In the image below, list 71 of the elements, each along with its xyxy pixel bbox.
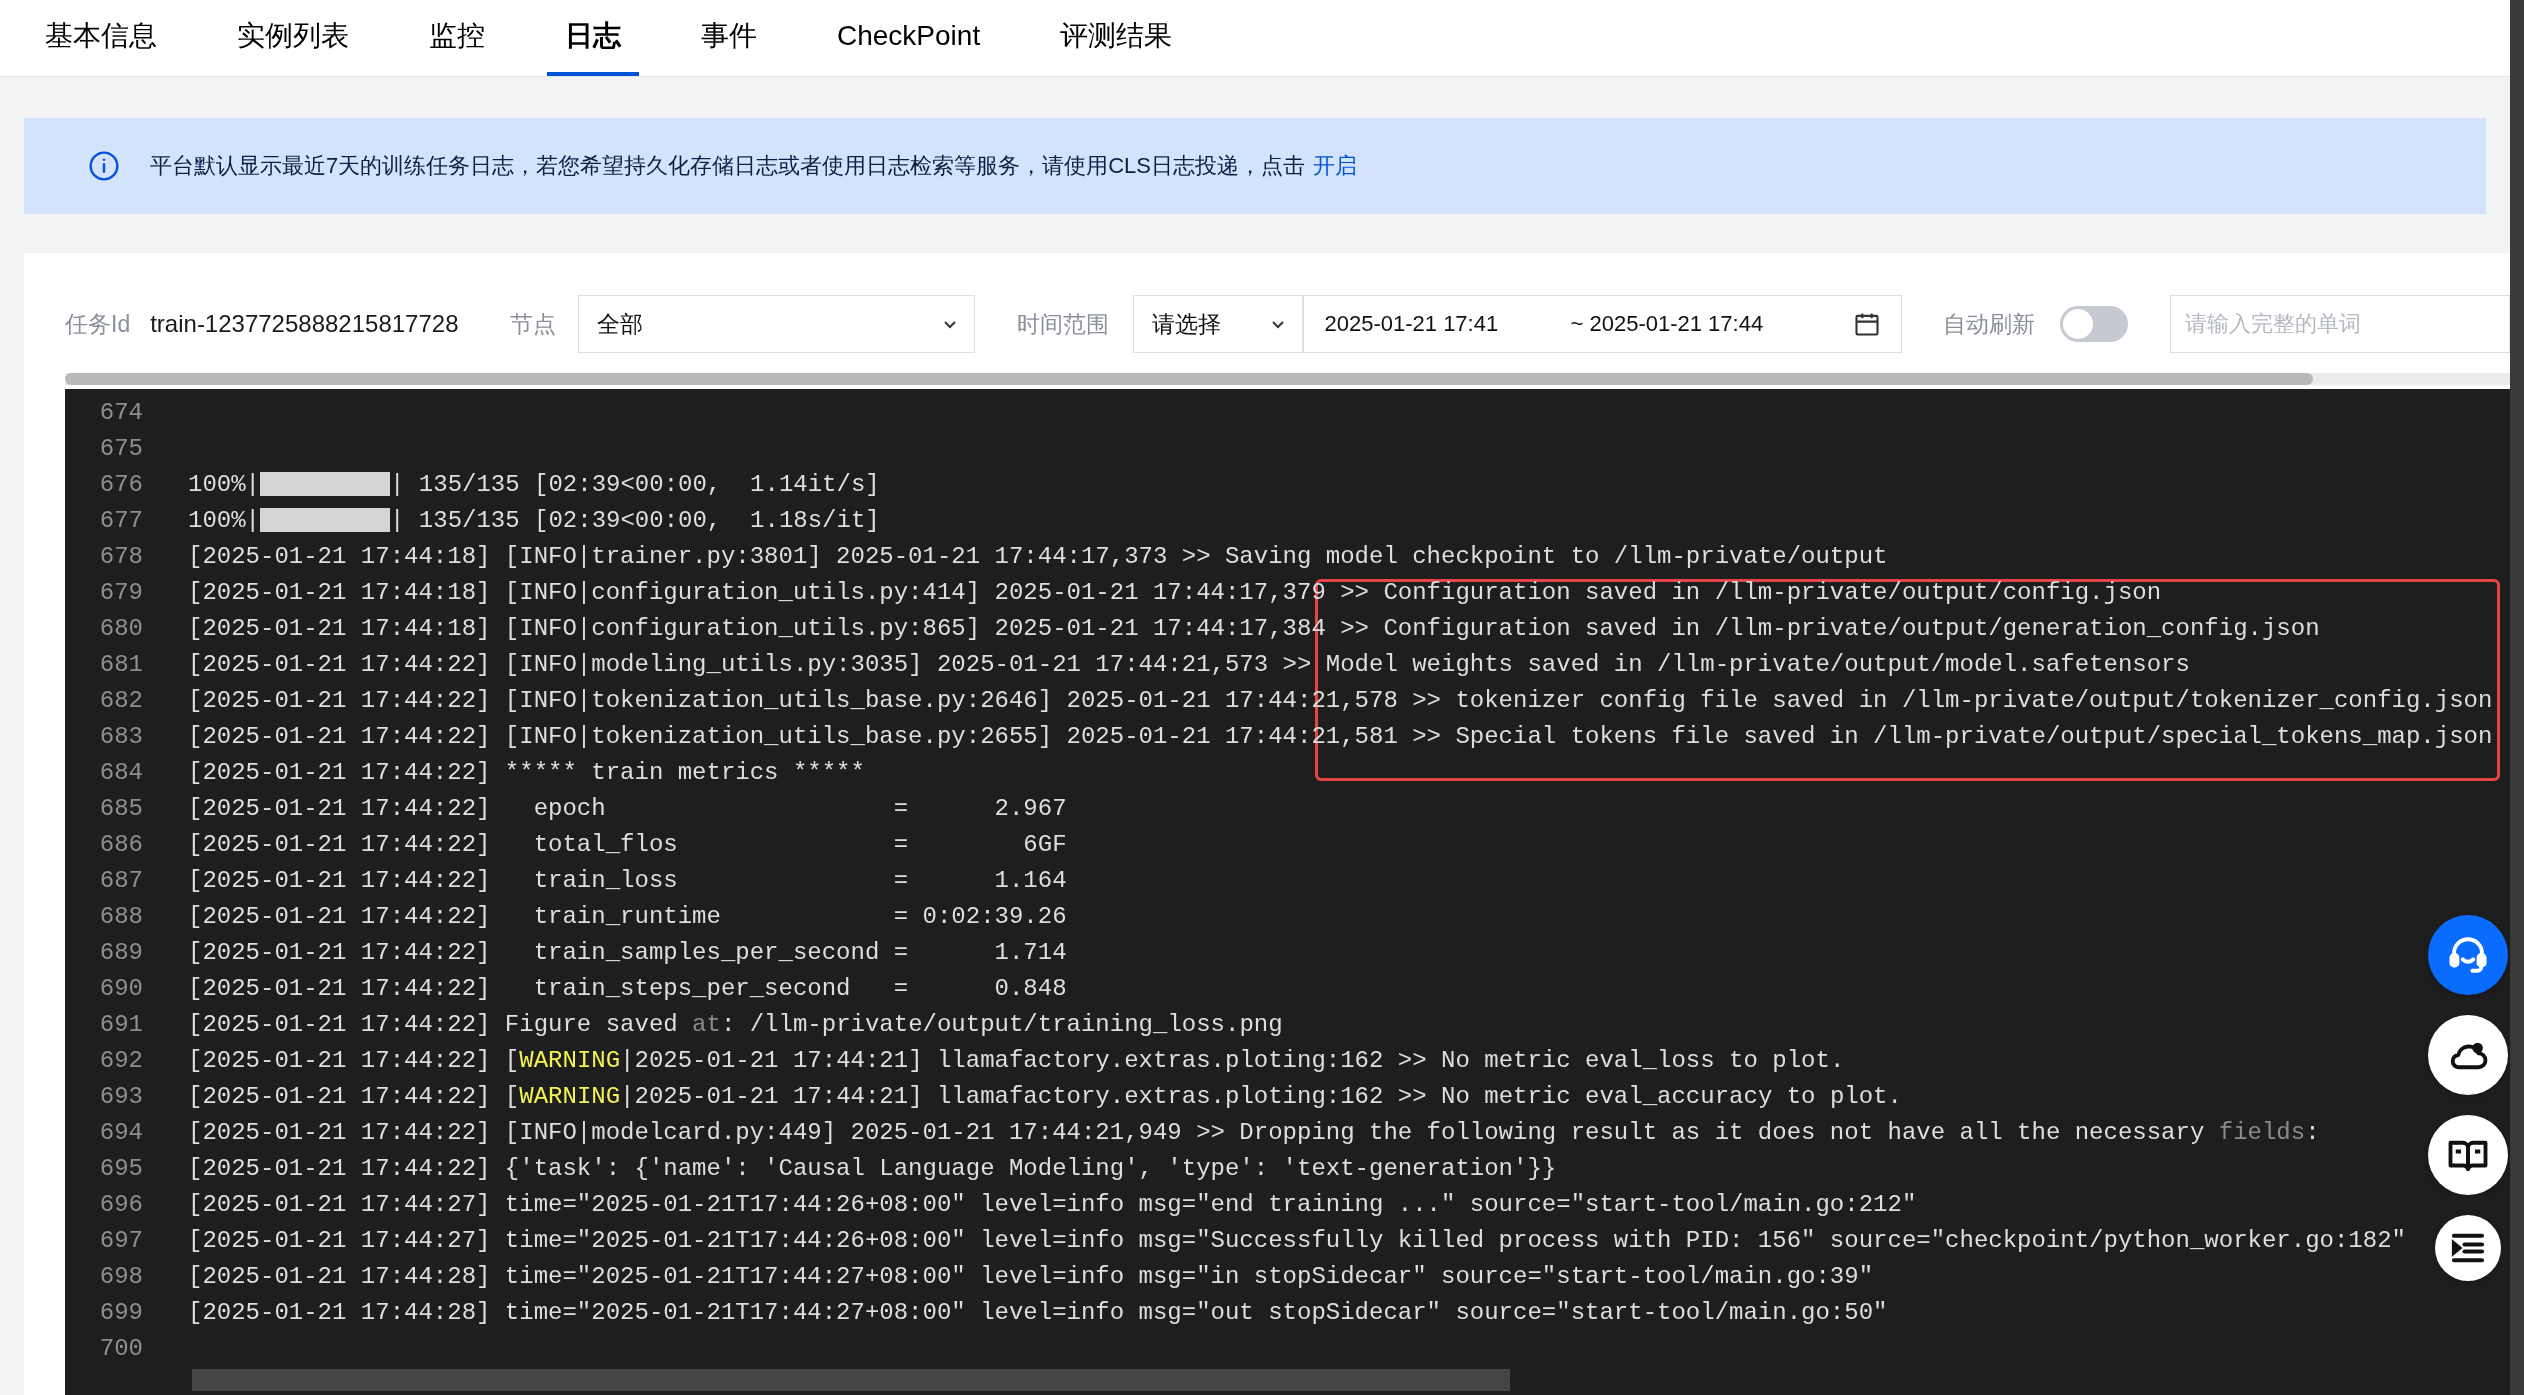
tab[interactable]: 评测结果 [1060, 0, 1173, 76]
field-label: 节点 [510, 309, 557, 339]
line-number: 700 [98, 1334, 144, 1362]
field-label: 自动刷新 [1943, 309, 2036, 339]
line-number: 697 [98, 1226, 144, 1254]
line-number: 675 [98, 434, 144, 462]
line-number: 680 [98, 614, 144, 642]
line-number: 690 [98, 974, 144, 1002]
search-field[interactable]: 请输入完整的单词 [2170, 295, 2510, 353]
log-text: | 135/135 [02:39<00:00, 1.18s/it] [390, 506, 880, 534]
log-text: [2025-01-21 17:44:28] time="2025-01-21T17:44:27+08:00" level=info msg="in stopSidecar" source="start-tool/main.go:39" [188, 1262, 1874, 1290]
scrollbar[interactable] [2510, 0, 2524, 1395]
notice-text: 平台默认显示最近7天的训练任务日志，若您希望持久化存储日志或者使用日志检索等服务，请使用CLS日志投递，点击 开启 [150, 152, 1358, 180]
log-text: [2025-01-21 17:44:22] train_loss = 1.164 [188, 866, 1067, 894]
tab[interactable]: CheckPoint [837, 0, 981, 76]
line-number: 691 [98, 1010, 144, 1038]
line-number: 689 [98, 938, 144, 966]
field-label: 时间范围 [1017, 309, 1110, 339]
log-text: | 135/135 [02:39<00:00, 1.14it/s] [390, 470, 880, 498]
log-text: 100%| [188, 470, 260, 498]
task-id-value: train-1237725888215817728 [150, 310, 459, 338]
line-number: 685 [98, 794, 144, 822]
log-text: [2025-01-21 17:44:22] [INFO|modeling_utils.py:3035] 2025-01-21 17:44:21,573 >> Model weights saved in /llm-private/output/model.safetensors [188, 650, 2190, 678]
log-text: [2025-01-21 17:44:18] [INFO|trainer.py:3801] 2025-01-21 17:44:17,373 >> Saving model checkpoint to /llm-private/output [188, 542, 1888, 570]
line-number: 696 [98, 1190, 144, 1218]
line-number: 681 [98, 650, 144, 678]
date-range-field[interactable]: 2025-01-21 17:41 ~ 2025-01-21 17:44 [1303, 295, 1903, 353]
log-text: [2025-01-21 17:44:22] Figure saved at: /llm-private/output/training_loss.png [188, 1010, 1283, 1038]
log-text: [2025-01-21 17:44:27] time="2025-01-21T17:44:26+08:00" level=info msg="end training ..." source="start-tool/main.go:212" [188, 1190, 1917, 1218]
enable-link[interactable]: 开启 [1313, 153, 1358, 178]
info-icon [88, 150, 120, 182]
log-text: [2025-01-21 17:44:28] time="2025-01-21T17:44:27+08:00" level=info msg="out stopSidecar" source="start-tool/main.go:50" [188, 1298, 1888, 1326]
line-number: 692 [98, 1046, 144, 1074]
log-text: [2025-01-21 17:44:27] time="2025-01-21T17:44:26+08:00" level=info msg="Successfully killed process with PID: 156" source="checkpoint/python_worker.go:182" [188, 1226, 2406, 1254]
tab[interactable]: 监控 [429, 0, 485, 76]
log-text: [2025-01-21 17:44:22] [INFO|modelcard.py:449] 2025-01-21 17:44:21,949 >> Dropping the following result as it does not have all the necessary fields: [188, 1118, 2320, 1146]
log-text: [2025-01-21 17:44:22] total_flos = 6GF [188, 830, 1067, 858]
tab[interactable]: 日志 [547, 0, 639, 76]
line-number: 678 [98, 542, 144, 570]
tab[interactable]: 基本信息 [45, 0, 157, 76]
line-number: 694 [98, 1118, 144, 1146]
line-number: 679 [98, 578, 144, 606]
log-text: 100%| [188, 506, 260, 534]
node-dropdown[interactable]: 全部 [578, 295, 976, 353]
tab[interactable]: 事件 [701, 0, 757, 76]
line-number: 699 [98, 1298, 144, 1326]
auto-refresh-toggle[interactable] [2060, 306, 2129, 342]
line-number: 693 [98, 1082, 144, 1110]
line-number: 687 [98, 866, 144, 894]
log-text: [2025-01-21 17:44:22] epoch = 2.967 [188, 794, 1067, 822]
line-number: 695 [98, 1154, 144, 1182]
line-number: 686 [98, 830, 144, 858]
time-preset-dropdown[interactable]: 请选择 [1133, 295, 1304, 353]
field-label: 任务Id [65, 309, 131, 339]
headset-icon [2447, 934, 2489, 976]
log-text: [2025-01-21 17:44:22] train_samples_per_second = 1.714 [188, 938, 1067, 966]
tab[interactable]: 实例列表 [237, 0, 349, 76]
log-text: [2025-01-21 17:44:22] train_runtime = 0:02:39.26 [188, 902, 1067, 930]
line-number: 683 [98, 722, 144, 750]
log-text: [2025-01-21 17:44:22] ***** train metrics ***** [188, 758, 865, 786]
log-text: [2025-01-21 17:44:22] {'task': {'name': 'Causal Language Modeling', 'type': 'text-generation'}} [188, 1154, 1557, 1182]
line-number: 682 [98, 686, 144, 714]
line-number: 688 [98, 902, 144, 930]
line-number: 677 [98, 506, 144, 534]
log-text: [2025-01-21 17:44:22] [WARNING|2025-01-21 17:44:21] llamafactory.extras.ploting:162 >> No metric eval_loss to plot. [188, 1046, 1845, 1074]
line-number: 674 [98, 398, 144, 426]
log-text: [2025-01-21 17:44:22] [WARNING|2025-01-21 17:44:21] llamafactory.extras.ploting:162 >> No metric eval_accuracy to plot. [188, 1082, 1902, 1110]
line-number: 676 [98, 470, 144, 498]
line-number: 698 [98, 1262, 144, 1290]
log-text: [2025-01-21 17:44:22] train_steps_per_second = 0.848 [188, 974, 1067, 1002]
line-number: 684 [98, 758, 144, 786]
